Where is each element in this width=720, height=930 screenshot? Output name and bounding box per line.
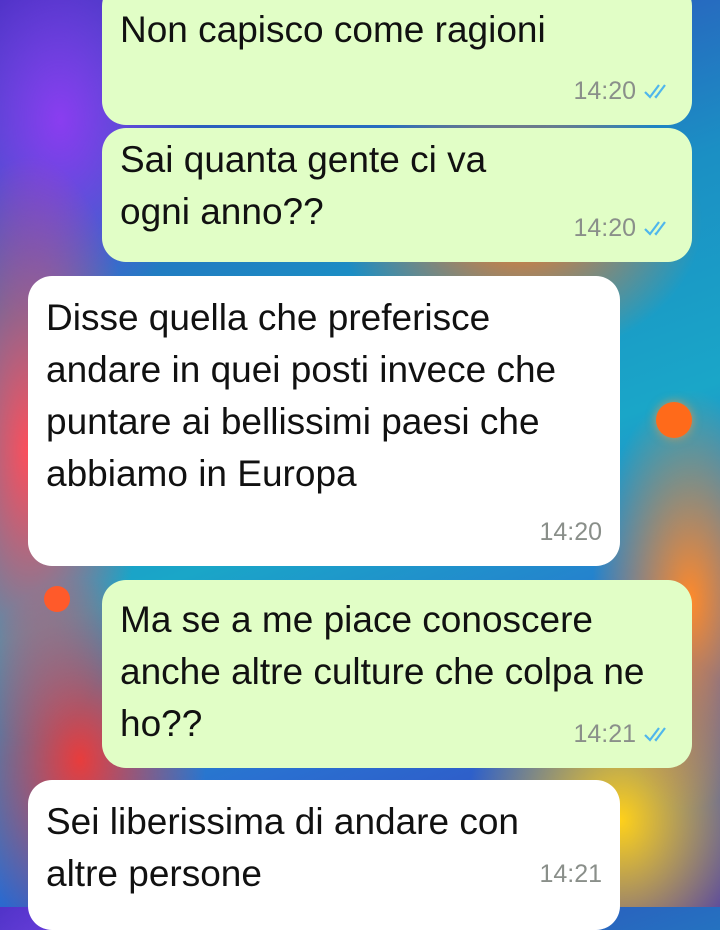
- message-bubble-outgoing[interactable]: Sai quanta gente ci va ogni anno?? 14:20: [102, 128, 692, 262]
- message-time: 14:21: [539, 860, 602, 888]
- message-bubble-outgoing[interactable]: Non capisco come ragioni 14:20: [102, 0, 692, 125]
- message-bubble-incoming[interactable]: Sei liberissima di andare con altre pers…: [28, 780, 620, 930]
- message-time: 14:21: [573, 720, 636, 748]
- message-text: Sai quanta gente ci va ogni anno??: [120, 139, 487, 232]
- double-check-icon: [644, 221, 666, 236]
- double-check-icon: [644, 727, 666, 742]
- message-meta: 14:21: [573, 708, 674, 760]
- message-bubble-outgoing[interactable]: Ma se a me piace conoscere anche altre c…: [102, 580, 692, 768]
- message-text: Non capisco come ragioni: [120, 9, 546, 50]
- message-text: Sei liberissima di andare con altre pers…: [46, 801, 520, 894]
- message-meta: 14:20: [573, 202, 674, 254]
- message-meta: 14:20: [539, 506, 602, 558]
- wallpaper-orange-dot-small: [44, 586, 70, 612]
- message-time: 14:20: [573, 77, 636, 105]
- message-bubble-incoming[interactable]: Disse quella che preferisce andare in qu…: [28, 276, 620, 566]
- message-text: Disse quella che preferisce andare in qu…: [46, 297, 557, 494]
- message-time: 14:20: [573, 214, 636, 242]
- message-meta: 14:20: [573, 65, 674, 117]
- message-meta: 14:21: [539, 848, 602, 900]
- message-time: 14:20: [539, 518, 602, 546]
- wallpaper-orange-dot: [656, 402, 692, 438]
- double-check-icon: [644, 84, 666, 99]
